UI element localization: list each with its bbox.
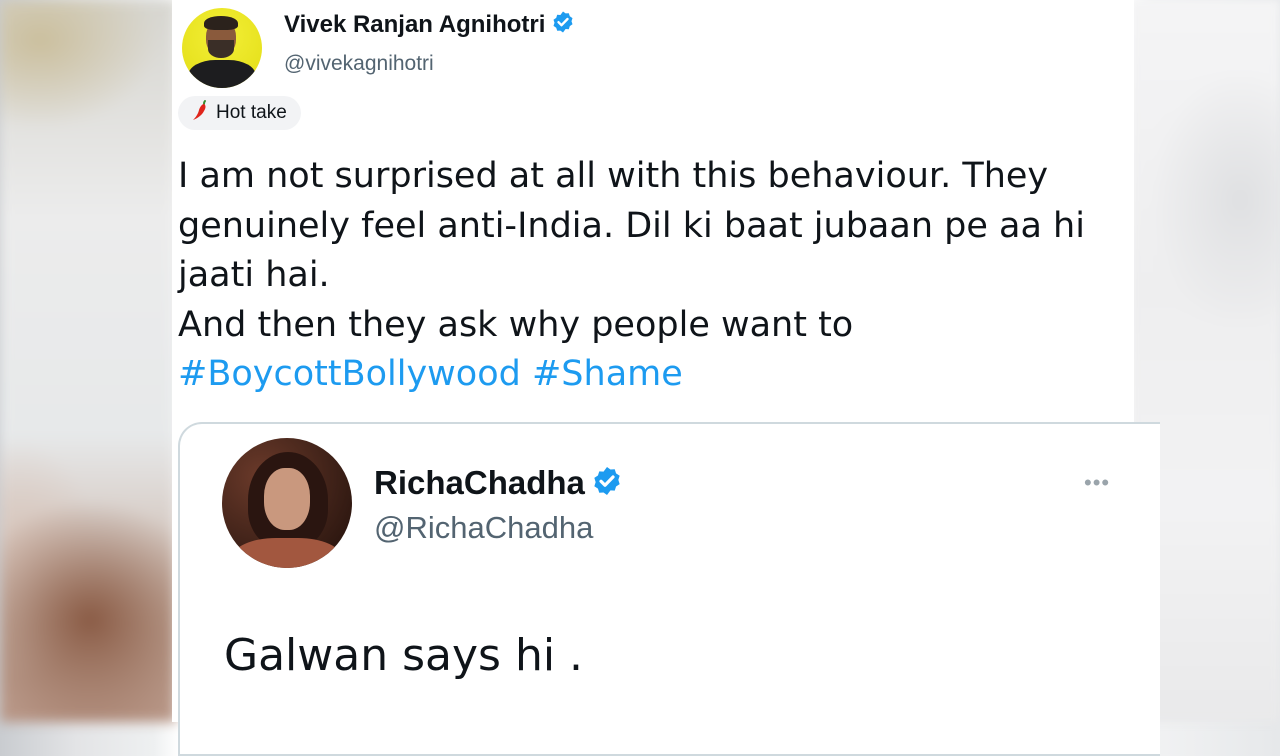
quoted-tweet-card[interactable]: RichaChadha @RichaChadha ••• Galwan says… <box>178 422 1160 756</box>
hashtag-link[interactable]: #BoycottBollywood <box>178 354 521 394</box>
tweet-text-line: And then they ask why people want to <box>178 304 854 345</box>
quoted-author-name[interactable]: RichaChadha <box>374 464 585 501</box>
tweet-card: Vivek Ranjan Agnihotri @vivekagnihotri H… <box>172 0 1160 756</box>
verified-badge-icon <box>551 10 575 41</box>
quoted-tweet-text: Galwan says hi . <box>224 630 584 681</box>
blurred-background-left <box>0 0 176 722</box>
author-name[interactable]: Vivek Ranjan Agnihotri <box>284 11 545 38</box>
tweet-text-line: jaati hai. <box>178 255 330 295</box>
chili-pepper-icon <box>190 99 210 127</box>
hot-take-label: Hot take <box>216 102 287 123</box>
hashtag-line: #BoycottBollywood #Shame <box>178 350 1118 400</box>
verified-badge-icon <box>591 465 623 505</box>
hot-take-badge: Hot take <box>178 96 301 130</box>
tweet-text-line: genuinely feel anti-India. Dil ki baat j… <box>178 205 1085 246</box>
author-handle[interactable]: @vivekagnihotri <box>284 52 434 76</box>
author-avatar[interactable] <box>182 8 262 88</box>
quoted-author-avatar[interactable] <box>222 438 352 568</box>
tweet-body: I am not surprised at all with this beha… <box>178 152 1118 400</box>
more-options-icon[interactable]: ••• <box>1084 470 1110 496</box>
quoted-author-name-row[interactable]: RichaChadha <box>374 464 623 505</box>
quoted-author-handle[interactable]: @RichaChadha <box>374 510 593 546</box>
tweet-text-line: I am not surprised at all with this beha… <box>178 156 1049 196</box>
author-name-row[interactable]: Vivek Ranjan Agnihotri <box>284 10 575 41</box>
hashtag-link[interactable]: #Shame <box>532 354 683 394</box>
